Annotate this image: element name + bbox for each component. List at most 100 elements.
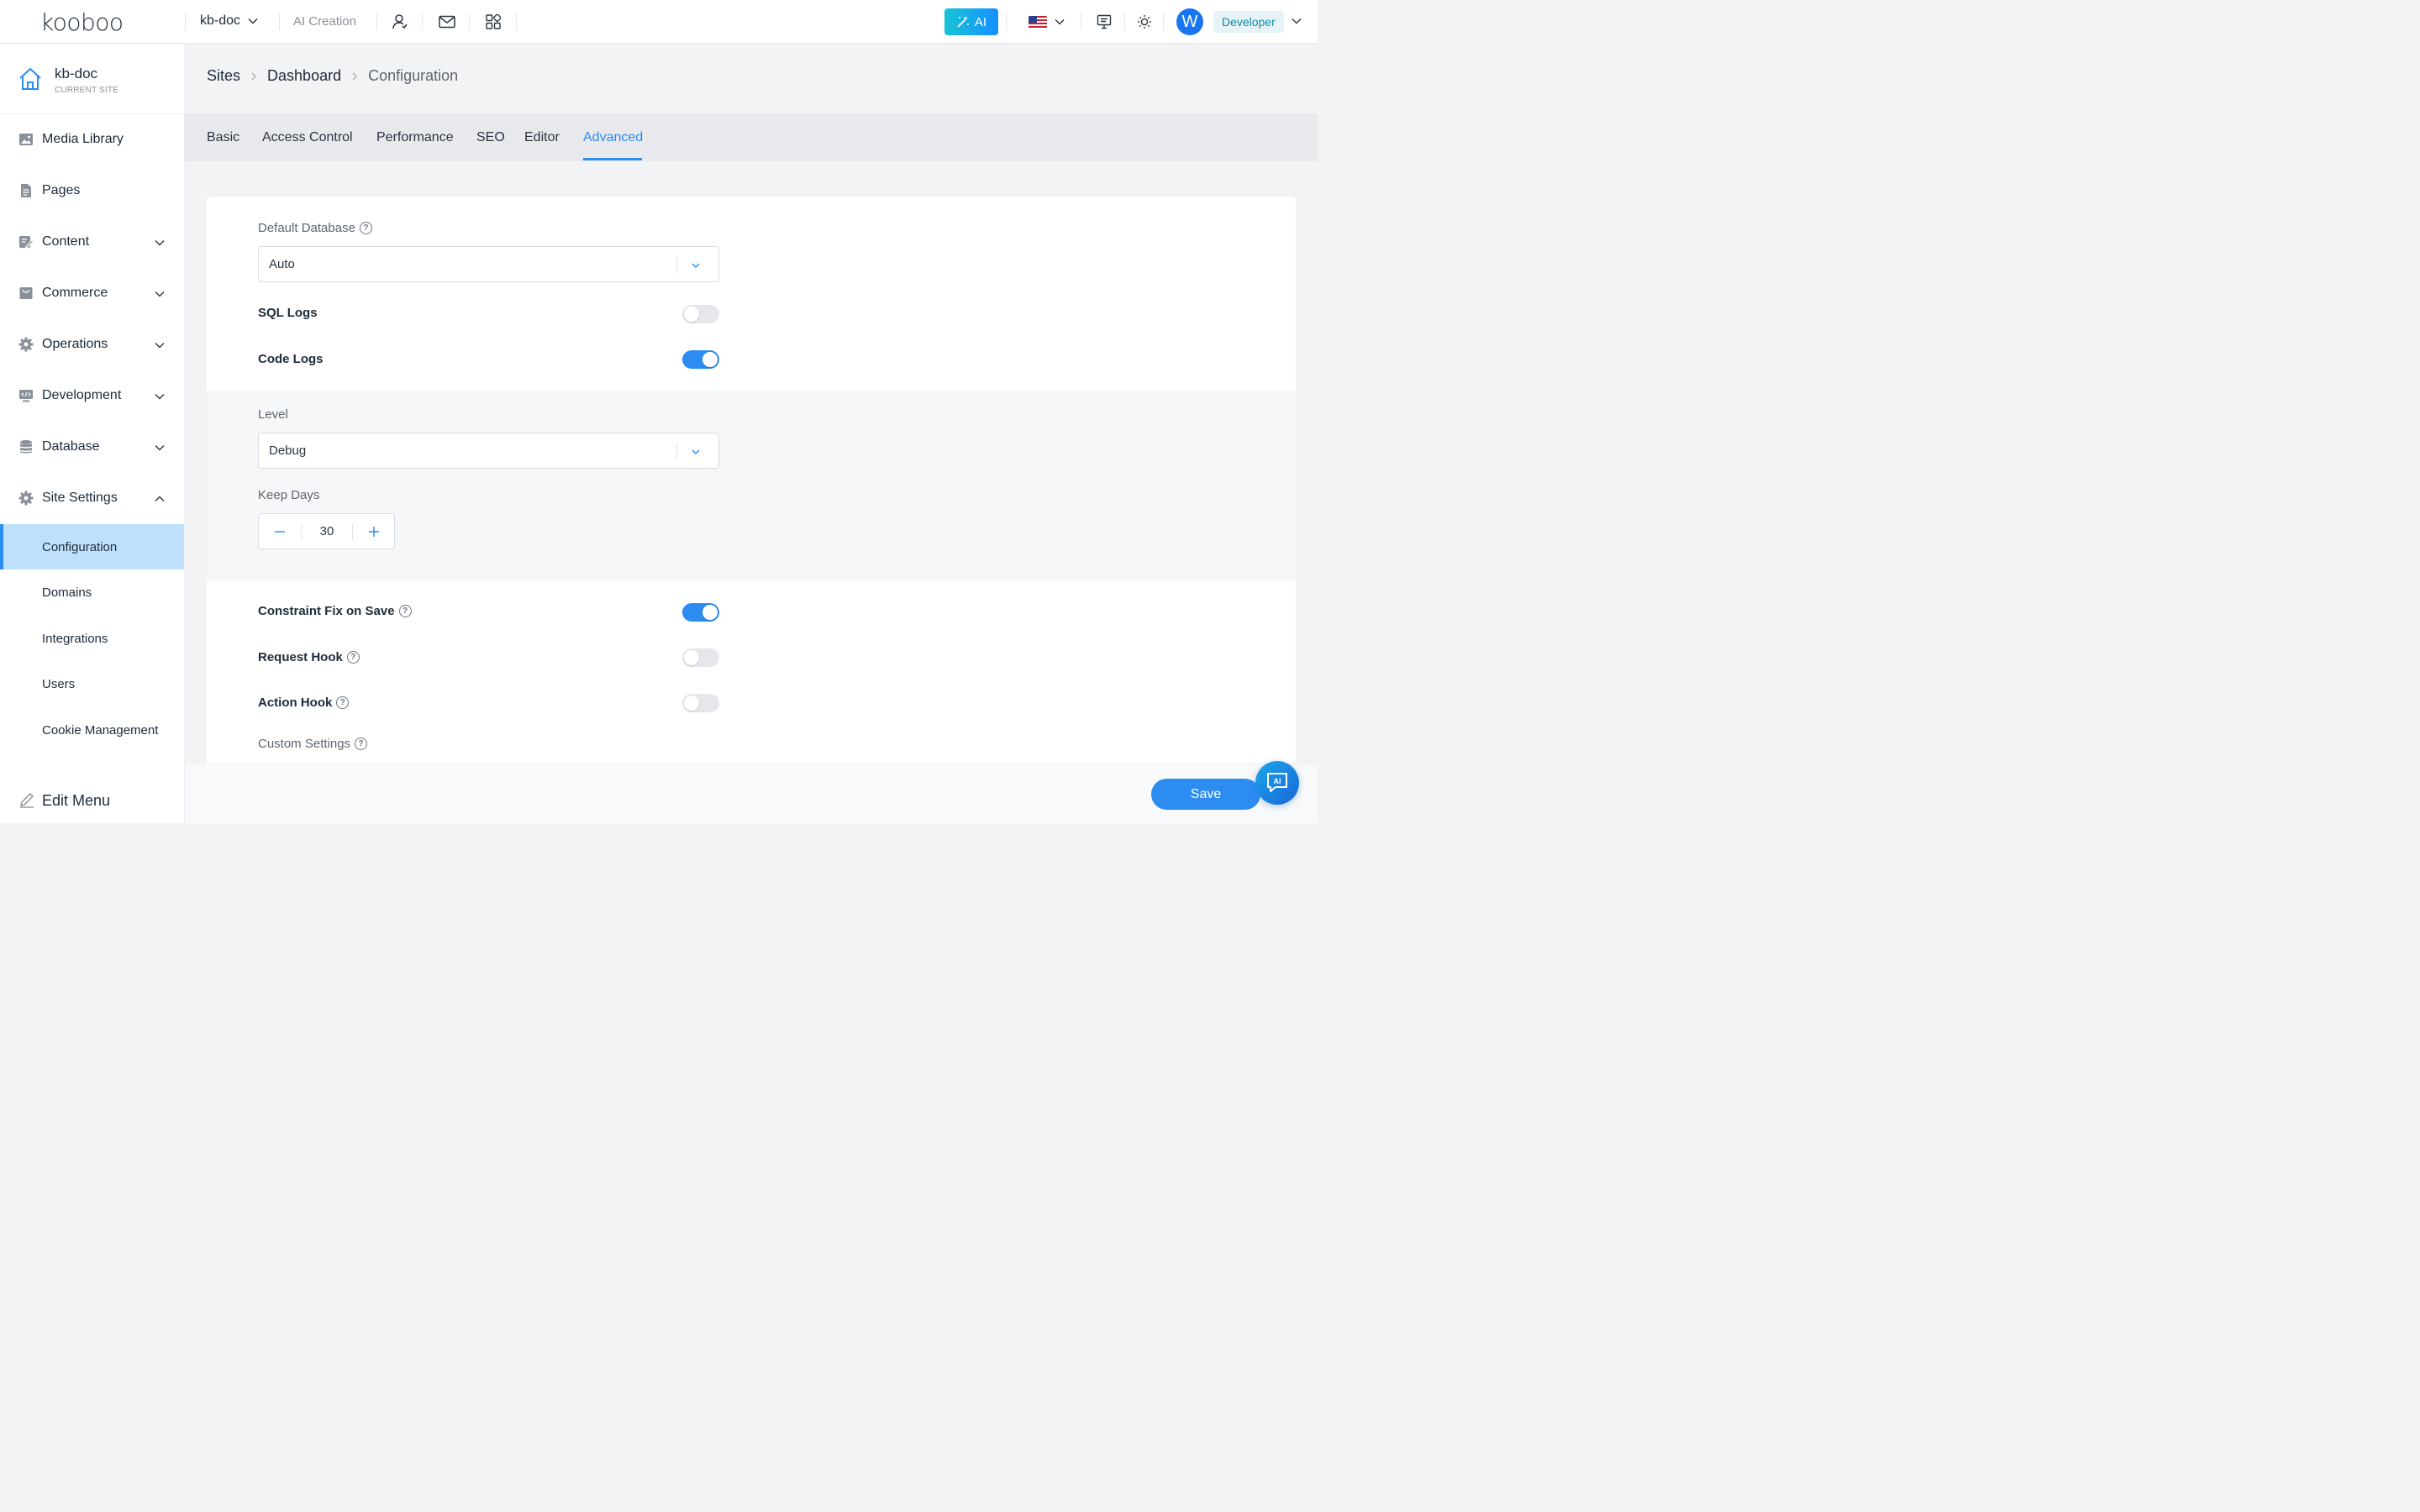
ai-button[interactable]: AI bbox=[944, 8, 998, 35]
edit-menu-button[interactable]: Edit Menu bbox=[0, 778, 184, 823]
plus-icon bbox=[369, 526, 379, 537]
ai-creation-link[interactable]: AI Creation bbox=[293, 14, 356, 29]
pencil-icon bbox=[20, 793, 34, 808]
flag-icon[interactable] bbox=[1028, 16, 1047, 29]
divider bbox=[185, 13, 186, 30]
help-icon[interactable]: ? bbox=[346, 651, 360, 664]
ai-button-label: AI bbox=[974, 14, 987, 29]
sidebar-subitem-cookie-management[interactable]: Cookie Management bbox=[0, 707, 184, 753]
breadcrumb-dashboard[interactable]: Dashboard bbox=[267, 67, 341, 85]
tab-access-control[interactable]: Access Control bbox=[262, 130, 353, 145]
help-icon[interactable]: ? bbox=[355, 738, 368, 750]
sql-logs-toggle[interactable] bbox=[682, 305, 719, 323]
field-label-text: Request Hook bbox=[258, 650, 343, 664]
increment-button[interactable] bbox=[353, 514, 395, 549]
divider bbox=[422, 13, 423, 30]
presentation-icon[interactable] bbox=[1094, 12, 1114, 32]
breadcrumb-current: Configuration bbox=[368, 67, 459, 84]
help-icon[interactable]: ? bbox=[359, 222, 372, 234]
toggle-knob bbox=[684, 696, 699, 711]
constraint-fix-label: Constraint Fix on Save ? bbox=[258, 604, 412, 618]
code-logs-options-panel bbox=[207, 391, 1296, 580]
gear-icon bbox=[18, 337, 34, 352]
sidebar-subitem-integrations[interactable]: Integrations bbox=[0, 616, 184, 661]
sidebar-item-label: Operations bbox=[42, 337, 108, 351]
sidebar-item-site-settings[interactable]: Site Settings bbox=[0, 475, 184, 521]
request-hook-toggle[interactable] bbox=[682, 648, 719, 667]
site-switcher[interactable]: kb-doc bbox=[200, 13, 259, 29]
divider bbox=[676, 257, 677, 273]
select-value: Auto bbox=[269, 257, 295, 271]
level-select[interactable]: Debug bbox=[258, 433, 719, 469]
divider bbox=[279, 13, 280, 30]
custom-settings-label: Custom Settings ? bbox=[258, 737, 368, 751]
field-label-text: Constraint Fix on Save bbox=[258, 604, 395, 618]
action-hook-toggle[interactable] bbox=[682, 694, 719, 712]
breadcrumb-sites[interactable]: Sites bbox=[207, 67, 240, 85]
chevron-down-icon bbox=[155, 445, 165, 451]
edit-menu-label: Edit Menu bbox=[42, 791, 111, 809]
apps-icon[interactable] bbox=[483, 12, 503, 32]
sidebar-subitem-domains[interactable]: Domains bbox=[0, 570, 184, 615]
avatar[interactable]: W bbox=[1176, 8, 1203, 35]
chevron-down-icon[interactable] bbox=[1291, 15, 1302, 27]
sidebar-item-pages[interactable]: Pages bbox=[0, 168, 184, 213]
constraint-fix-toggle[interactable] bbox=[682, 603, 719, 622]
keep-days-value[interactable]: 30 bbox=[302, 514, 352, 549]
divider bbox=[469, 13, 470, 30]
chat-ai-icon: AI bbox=[1267, 773, 1287, 792]
top-bar: kooboo kb-doc AI Creation AI W Developer bbox=[0, 0, 1318, 44]
sidebar-item-label: Commerce bbox=[42, 286, 108, 300]
toggle-knob bbox=[684, 650, 699, 665]
chevron-down-icon bbox=[155, 394, 165, 400]
settings-tabs: Basic Access Control Performance SEO Edi… bbox=[185, 113, 1318, 161]
default-database-label: Default Database ? bbox=[258, 221, 372, 235]
tab-basic[interactable]: Basic bbox=[207, 130, 239, 145]
mail-icon[interactable] bbox=[437, 12, 457, 32]
sidebar-subitem-configuration[interactable]: Configuration bbox=[0, 524, 184, 570]
sidebar-item-label: Site Settings bbox=[42, 491, 118, 505]
divider bbox=[1163, 13, 1164, 30]
sidebar-item-operations[interactable]: Operations bbox=[0, 322, 184, 367]
divider bbox=[376, 13, 377, 30]
sidebar-subitem-label: Users bbox=[42, 676, 76, 691]
role-badge[interactable]: Developer bbox=[1213, 11, 1284, 33]
sidebar-subitem-users[interactable]: Users bbox=[0, 661, 184, 706]
help-icon[interactable]: ? bbox=[398, 605, 412, 617]
sidebar-subitem-label: Domains bbox=[42, 585, 92, 600]
image-icon bbox=[19, 134, 33, 145]
user-icon[interactable] bbox=[390, 12, 410, 32]
chevron-right-icon bbox=[251, 72, 256, 80]
chevron-down-icon bbox=[692, 263, 700, 268]
kooboo-logo[interactable]: kooboo bbox=[40, 8, 124, 36]
toggle-knob bbox=[702, 352, 718, 367]
divider bbox=[1124, 13, 1125, 30]
tab-seo[interactable]: SEO bbox=[476, 130, 505, 145]
ai-assistant-button[interactable]: AI bbox=[1255, 761, 1299, 805]
default-database-select[interactable]: Auto bbox=[258, 246, 719, 282]
sidebar-subitem-label: Cookie Management bbox=[42, 722, 159, 738]
chevron-down-icon bbox=[692, 449, 700, 454]
tab-performance[interactable]: Performance bbox=[376, 130, 454, 145]
decrement-button[interactable] bbox=[259, 514, 301, 549]
save-button[interactable]: Save bbox=[1151, 779, 1260, 810]
sidebar-item-content[interactable]: Content bbox=[0, 219, 184, 265]
edit-icon bbox=[19, 236, 34, 249]
sidebar-item-database[interactable]: Database bbox=[0, 424, 184, 470]
chevron-down-icon bbox=[248, 18, 258, 24]
chevron-down-icon[interactable] bbox=[1054, 16, 1065, 28]
sidebar-subitem-label: Integrations bbox=[42, 631, 108, 646]
current-site-header[interactable]: kb-doc CURRENT SITE bbox=[0, 44, 184, 114]
sidebar-item-commerce[interactable]: Commerce bbox=[0, 270, 184, 316]
help-icon[interactable]: ? bbox=[336, 696, 350, 709]
chevron-down-icon bbox=[155, 343, 165, 349]
svg-text:AI: AI bbox=[1274, 777, 1281, 785]
theme-icon[interactable] bbox=[1134, 12, 1155, 32]
sidebar-item-media-library[interactable]: Media Library bbox=[0, 117, 184, 162]
code-logs-toggle[interactable] bbox=[682, 350, 719, 369]
toggle-knob bbox=[684, 307, 699, 322]
keep-days-label: Keep Days bbox=[258, 488, 320, 502]
sidebar-item-development[interactable]: Development bbox=[0, 373, 184, 418]
tab-advanced[interactable]: Advanced bbox=[583, 130, 643, 145]
tab-editor[interactable]: Editor bbox=[524, 130, 560, 145]
